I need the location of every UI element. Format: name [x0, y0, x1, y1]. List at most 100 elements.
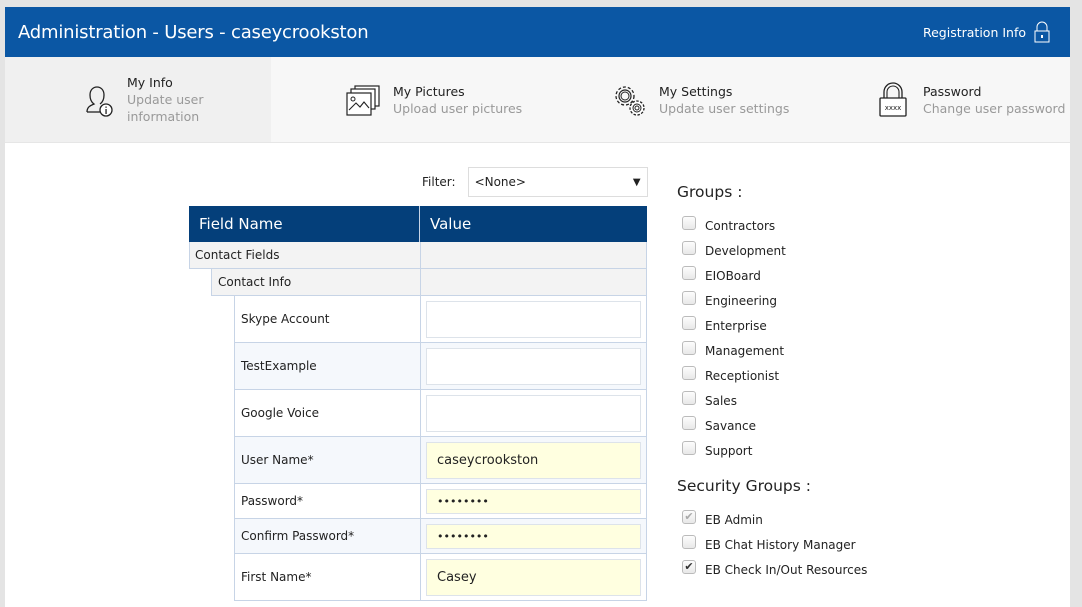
group-checkbox-row[interactable]: Enterprise — [677, 313, 977, 338]
security-group-checkbox-row[interactable]: ✔ EB Admin — [677, 507, 977, 532]
table-row: Skype Account — [234, 296, 647, 343]
security-groups-list: ✔ EB Admin EB Chat History Manager ✔ EB Chec… — [677, 507, 977, 582]
checkbox[interactable]: ✔ — [682, 559, 696, 574]
field-label: User Name* — [234, 437, 421, 483]
field-label: Skype Account — [234, 296, 421, 342]
field-label: Password* — [234, 484, 421, 518]
checkbox[interactable] — [682, 415, 696, 430]
tab-password[interactable]: xxxx Password Change user password — [803, 57, 1069, 142]
checkbox-label: Management — [705, 343, 785, 358]
group-label: Contact Fields — [189, 242, 421, 268]
group-checkbox-row[interactable]: Receptionist — [677, 363, 977, 388]
checkbox-label: Enterprise — [705, 318, 767, 333]
checkbox[interactable] — [682, 365, 696, 380]
filter-label: Filter: — [422, 175, 456, 189]
tab-my-settings[interactable]: My Settings Update user settings — [537, 57, 803, 142]
tab-description: Change user password — [923, 100, 1066, 116]
subgroup-label: Contact Info — [211, 269, 421, 295]
checkbox-label: EB Admin — [705, 512, 763, 527]
checkbox-label: Engineering — [705, 293, 777, 308]
password-input[interactable]: •••••••• — [426, 488, 641, 514]
groups-panel: Groups : Contractors Development EIOBoard E… — [677, 183, 977, 582]
security-group-checkbox-row[interactable]: ✔ EB Check In/Out Resources — [677, 557, 977, 582]
group-checkbox-row[interactable]: Contractors — [677, 213, 977, 238]
checkbox[interactable] — [682, 390, 696, 405]
tab-my-pictures[interactable]: My Pictures Upload user pictures — [271, 57, 537, 142]
test-example-input[interactable] — [426, 347, 641, 385]
table-row: Google Voice — [234, 390, 647, 437]
checkbox-label: Savance — [705, 418, 757, 433]
google-voice-input[interactable] — [426, 394, 641, 432]
checkbox[interactable] — [682, 340, 696, 355]
padlock-icon: xxxx — [873, 80, 913, 120]
checkbox[interactable] — [682, 290, 696, 305]
grid-header: Field Name Value — [189, 206, 647, 242]
checkbox[interactable] — [682, 315, 696, 330]
table-row: User Name* caseycrookston — [234, 437, 647, 484]
group-checkbox-row[interactable]: Support — [677, 438, 977, 463]
column-header-value: Value — [430, 215, 472, 233]
filter-value: <None> — [474, 175, 526, 189]
filter-select[interactable]: <None> ▼ — [467, 167, 648, 197]
tab-description: Upload user pictures — [393, 100, 523, 116]
page-title: Administration - Users - caseycrookston — [18, 21, 369, 43]
table-row: TestExample — [234, 343, 647, 390]
group-checkbox-row[interactable]: Management — [677, 338, 977, 363]
filter-bar: Filter: <None> ▼ — [422, 167, 648, 197]
group-checkbox-row[interactable]: Engineering — [677, 288, 977, 313]
field-label: Confirm Password* — [234, 519, 421, 553]
group-checkbox-row[interactable]: Sales — [677, 388, 977, 413]
checkbox[interactable] — [682, 265, 696, 280]
field-label: First Name* — [234, 554, 421, 600]
column-header-field-name: Field Name — [189, 206, 420, 242]
checkbox-label: EB Chat History Manager — [705, 537, 856, 552]
lock-icon — [1034, 21, 1050, 43]
security-group-checkbox-row[interactable]: EB Chat History Manager — [677, 532, 977, 557]
registration-info-label: Registration Info — [922, 24, 1026, 40]
field-label: TestExample — [234, 343, 421, 389]
checkbox[interactable] — [682, 240, 696, 255]
checkbox-label: Sales — [705, 393, 737, 408]
checkbox: ✔ — [682, 509, 696, 524]
table-row: Confirm Password* •••••••• — [234, 519, 647, 554]
tab-my-info[interactable]: My Info Update user information — [5, 57, 271, 142]
tab-label: Password — [923, 83, 982, 99]
tab-label: My Settings — [659, 83, 733, 99]
svg-text:xxxx: xxxx — [885, 104, 902, 112]
group-checkbox-row[interactable]: Development — [677, 238, 977, 263]
confirm-password-input[interactable]: •••••••• — [426, 523, 641, 549]
checkbox[interactable] — [682, 440, 696, 455]
group-checkbox-row[interactable]: Savance — [677, 413, 977, 438]
group-row-contact-info: Contact Info — [211, 269, 647, 296]
profile-tabs: My Info Update user information My Pictu… — [5, 57, 1070, 143]
group-row-contact-fields: Contact Fields — [189, 242, 647, 269]
security-groups-heading: Security Groups : — [677, 477, 811, 495]
checkbox[interactable] — [682, 215, 696, 230]
checkbox-label: Development — [705, 243, 786, 258]
user-fields-grid: Field Name Value Contact Fields Contact … — [189, 206, 647, 601]
user-info-icon — [77, 80, 117, 120]
groups-heading: Groups : — [677, 183, 743, 201]
tab-description: Update user information — [127, 92, 204, 124]
table-row: Password* •••••••• — [234, 484, 647, 519]
checkbox-label: EIOBoard — [705, 268, 761, 283]
checkbox-label: EB Check In/Out Resources — [705, 562, 868, 577]
top-bar: Administration - Users - caseycrookston … — [5, 7, 1070, 57]
chevron-down-icon: ▼ — [632, 176, 641, 188]
tab-description: Update user settings — [659, 100, 790, 116]
first-name-input[interactable]: Casey — [426, 558, 641, 596]
tab-label: My Pictures — [393, 83, 465, 99]
tab-label: My Info — [127, 75, 173, 90]
skype-account-input[interactable] — [426, 300, 641, 338]
checkbox-label: Contractors — [705, 218, 776, 233]
table-row: First Name* Casey — [234, 554, 647, 601]
registration-info-link[interactable]: Registration Info — [923, 21, 1050, 43]
checkbox-label: Receptionist — [705, 368, 780, 383]
checkbox-label: Support — [705, 443, 753, 458]
pictures-icon — [343, 80, 383, 120]
user-name-input[interactable]: caseycrookston — [426, 441, 641, 479]
gears-icon — [609, 80, 649, 120]
group-checkbox-row[interactable]: EIOBoard — [677, 263, 977, 288]
checkbox[interactable] — [682, 534, 696, 549]
field-label: Google Voice — [234, 390, 421, 436]
